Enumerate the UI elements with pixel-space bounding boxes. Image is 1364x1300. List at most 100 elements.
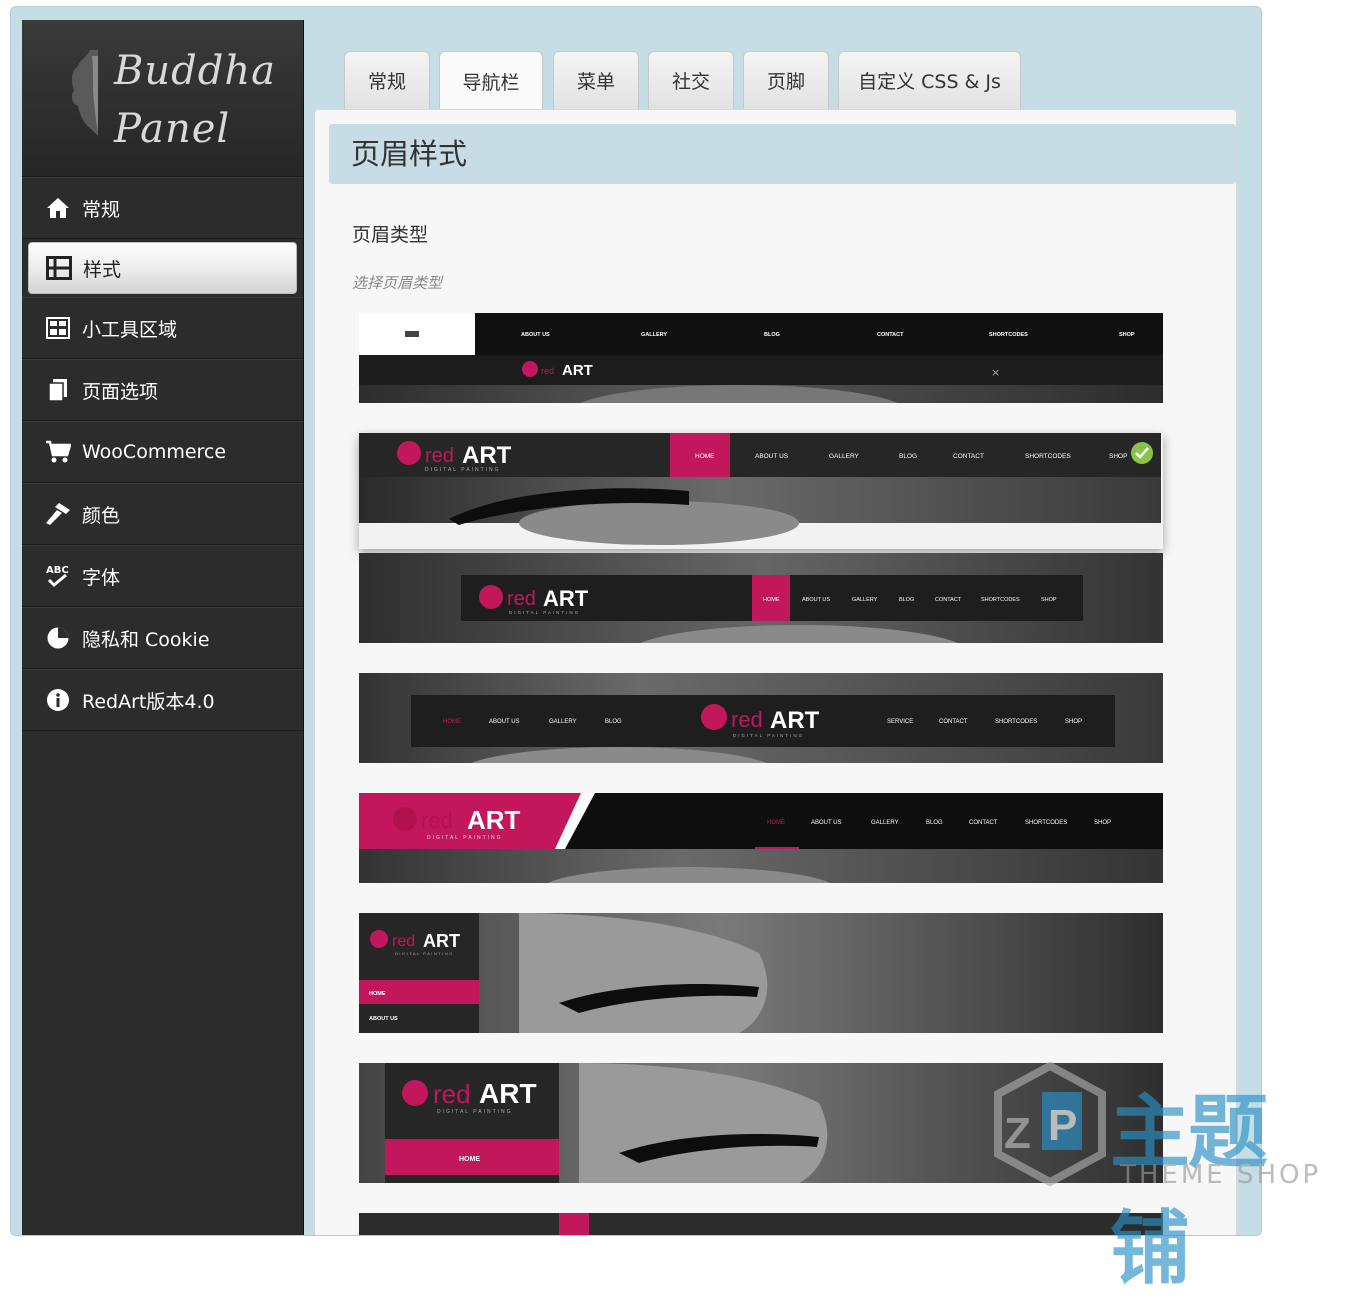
header-type-description: 选择页眉类型 — [352, 274, 443, 292]
sidebar-item-widgets[interactable]: 小工具区域 — [22, 297, 303, 359]
sidebar-item-label: 页面选项 — [82, 380, 159, 403]
menu-item: BLOG — [899, 597, 914, 603]
tab-footer[interactable]: 页脚 — [743, 51, 829, 109]
header-type-label: 页眉类型 — [352, 224, 429, 246]
pages-icon — [44, 376, 72, 404]
brand-art: ART — [562, 362, 593, 379]
header-option-1[interactable]: red ART × ABOUT US GALLERY BLOG CONTACT … — [359, 313, 1163, 403]
brand-art: ART — [770, 707, 820, 734]
brand-tagline: DIGITAL PAINTING — [733, 733, 804, 738]
header-preview-1-image: red ART × ABOUT US GALLERY BLOG CONTACT … — [359, 313, 1163, 403]
header-preview-3-image: red ART DIGITAL PAINTING HOME ABOUT US G… — [359, 553, 1163, 643]
brand-art: ART — [479, 1078, 537, 1109]
menu-item: ABOUT US — [802, 597, 830, 603]
sidebar-item-label: WooCommerce — [82, 441, 227, 463]
sidebar-item-style[interactable]: 样式 — [28, 242, 297, 294]
tab-custom-css-js[interactable]: 自定义 CSS & Js — [838, 51, 1021, 109]
brand-art: ART — [462, 442, 512, 469]
cart-icon — [44, 438, 72, 466]
logo-text: Buddha Panel — [114, 42, 276, 158]
menu-item: CONTACT — [877, 332, 904, 338]
menu-item: SHOP — [1041, 597, 1057, 603]
sidebar-item-general[interactable]: 常规 — [22, 177, 303, 239]
sidebar-item-label: 字体 — [82, 566, 121, 589]
menu-item: CONTACT — [969, 820, 998, 826]
svg-text:Z: Z — [1004, 1109, 1031, 1158]
brand-tagline: DIGITAL PAINTING — [509, 610, 580, 615]
widget-icon — [44, 314, 72, 342]
menu-item: BLOG — [764, 332, 780, 338]
menu-item: SHORTCODES — [981, 597, 1020, 603]
menu-item: ABOUT US — [489, 719, 520, 725]
menu-item: CONTACT — [939, 719, 968, 725]
spellcheck-icon: ABC — [44, 562, 72, 590]
menu-item: SHOP — [1119, 332, 1135, 338]
zp-logo-icon: P Z — [994, 1061, 1106, 1187]
brand-red: red — [731, 707, 763, 732]
menu-item: GALLERY — [549, 719, 577, 725]
header-option-5[interactable]: red ART DIGITAL PAINTING HOME ABOUT US G… — [359, 793, 1163, 883]
header-preview-6-image: red ART DIGITAL PAINTING HOME ABOUT US — [359, 913, 1163, 1033]
pie-icon — [44, 624, 72, 652]
brand-art: ART — [423, 931, 460, 951]
sidebar-item-colors[interactable]: 颜色 — [22, 483, 303, 545]
header-option-2-selected[interactable]: red ART DIGITAL PAINTING HOME ABOUT US G… — [359, 433, 1163, 549]
header-preview-2-image: red ART DIGITAL PAINTING HOME ABOUT US G… — [359, 433, 1161, 545]
sidebar-item-pages[interactable]: 页面选项 — [22, 359, 303, 421]
menu-item: SERVICE — [887, 719, 913, 725]
brand-red: red — [541, 366, 554, 376]
header-preview-5-image: red ART DIGITAL PAINTING HOME ABOUT US G… — [359, 793, 1163, 883]
selected-check-icon — [1131, 442, 1153, 464]
menu-item: HOME — [695, 453, 715, 460]
brand-red: red — [433, 1079, 471, 1109]
sidebar-item-fonts[interactable]: ABC 字体 — [22, 545, 303, 607]
brand-tagline: DIGITAL PAINTING — [395, 951, 454, 956]
menu-item: ABOUT US — [755, 453, 789, 460]
watermark-subtext: THEME SHOP — [1120, 1160, 1322, 1190]
sidebar-item-label: 小工具区域 — [82, 318, 178, 341]
sidebar-item-label: 常规 — [82, 198, 121, 221]
sidebar-item-label: RedArt版本4.0 — [82, 690, 215, 713]
brand-red: red — [392, 933, 415, 950]
menu-item: HOME — [459, 1156, 480, 1163]
menu-item: HOME — [443, 719, 461, 725]
tab-navbar[interactable]: 导航栏 — [439, 51, 543, 111]
sidebar-item-woocommerce[interactable]: WooCommerce — [22, 421, 303, 483]
sidebar-item-privacy[interactable]: 隐私和 Cookie — [22, 607, 303, 669]
brand-tagline: DIGITAL PAINTING — [427, 835, 503, 841]
menu-item: BLOG — [926, 820, 943, 826]
paint-icon — [44, 500, 72, 528]
header-option-3[interactable]: red ART DIGITAL PAINTING HOME ABOUT US G… — [359, 553, 1163, 643]
menu-item: BLOG — [899, 453, 917, 460]
menu-item: ABOUT US — [811, 820, 842, 826]
tab-social[interactable]: 社交 — [648, 51, 734, 109]
sidebar: Buddha Panel 常规 样式 小工具区域 页面选项 WooCommerc… — [22, 20, 304, 1235]
menu-item: HOME — [763, 597, 780, 603]
menu-item: SHOP — [1109, 453, 1127, 460]
header-option-4[interactable]: red ART DIGITAL PAINTING HOME ABOUT US G… — [359, 673, 1163, 763]
sidebar-item-label: 样式 — [83, 258, 122, 281]
header-option-8[interactable] — [359, 1213, 1163, 1235]
watermark: P Z 主题铺 THEME SHOP — [990, 1061, 1340, 1295]
menu-item: SHOP — [1094, 820, 1111, 826]
menu-item: CONTACT — [935, 597, 962, 603]
logo-line1: Buddha — [114, 48, 276, 94]
brand-art: ART — [467, 805, 521, 835]
tab-general[interactable]: 常规 — [344, 51, 430, 109]
sidebar-item-version[interactable]: RedArt版本4.0 — [22, 669, 303, 731]
tab-menu[interactable]: 菜单 — [553, 51, 639, 109]
logo-line2: Panel — [114, 106, 231, 152]
menu-item: ABOUT US — [521, 332, 550, 338]
brand-red: red — [425, 445, 454, 467]
info-icon — [44, 686, 72, 714]
menu-item: ABOUT US — [369, 1016, 398, 1022]
brand-red: red — [507, 588, 536, 610]
brand-art: ART — [543, 586, 589, 611]
header-option-6[interactable]: red ART DIGITAL PAINTING HOME ABOUT US — [359, 913, 1163, 1033]
buddha-panel-logo: Buddha Panel — [22, 20, 303, 177]
header-preview-8-image — [359, 1213, 1163, 1235]
menu-item: GALLERY — [852, 597, 878, 603]
menu-item: GALLERY — [641, 332, 667, 338]
close-icon: × — [991, 366, 1000, 379]
header-preview-4-image: red ART DIGITAL PAINTING HOME ABOUT US G… — [359, 673, 1163, 763]
